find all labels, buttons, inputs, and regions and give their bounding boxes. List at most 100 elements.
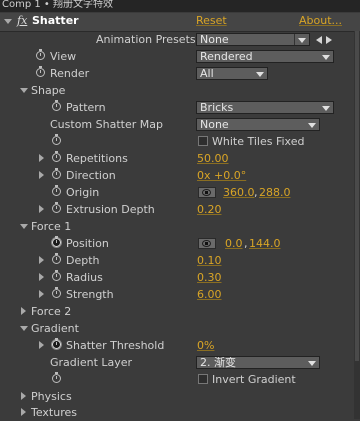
origin-x-value[interactable]: 360.0 (223, 184, 255, 201)
position-separator: , (244, 237, 248, 250)
pattern-label: Pattern (66, 101, 106, 114)
expand-icon[interactable] (39, 154, 44, 162)
gradient-label: Gradient (31, 322, 79, 335)
stopwatch-icon[interactable] (52, 134, 61, 145)
position-y-value[interactable]: 144.0 (249, 235, 281, 252)
expand-icon[interactable] (39, 256, 44, 264)
depth-value[interactable]: 0.10 (197, 252, 222, 269)
expand-icon[interactable] (20, 326, 28, 331)
render-value: All (200, 67, 214, 80)
shape-group-header[interactable]: Shape (0, 82, 360, 99)
chevron-down-icon (298, 38, 306, 43)
extrusion-value[interactable]: 0.20 (197, 201, 222, 218)
expand-icon[interactable] (20, 224, 28, 229)
stopwatch-icon[interactable] (52, 100, 61, 111)
strength-value[interactable]: 6.00 (197, 286, 222, 303)
origin-label: Origin (66, 186, 100, 199)
strength-row: Strength 6.00 (0, 286, 360, 303)
radius-row: Radius 0.30 (0, 269, 360, 286)
effect-name: Shatter (32, 14, 79, 27)
stopwatch-icon[interactable] (52, 185, 61, 196)
presets-value: None (200, 33, 229, 46)
chevron-down-icon (256, 72, 264, 77)
direction-row: Direction 0x +0.0° (0, 167, 360, 184)
expand-icon[interactable] (39, 273, 44, 281)
white-tiles-checkbox[interactable] (198, 136, 208, 146)
pattern-value: Bricks (200, 101, 234, 114)
stopwatch-icon[interactable] (36, 66, 45, 77)
expand-icon[interactable] (39, 290, 44, 298)
invert-gradient-label: Invert Gradient (212, 373, 296, 386)
window-title: Comp 1 • 翔册文字特效 (0, 0, 360, 12)
render-dropdown[interactable]: All (196, 67, 268, 80)
expand-icon[interactable] (39, 341, 44, 349)
stopwatch-icon[interactable] (52, 253, 61, 264)
chevron-down-icon (308, 123, 316, 128)
expand-icon[interactable] (21, 408, 26, 416)
chevron-down-icon (322, 55, 330, 60)
physics-group-header[interactable]: Physics (0, 388, 360, 405)
threshold-value[interactable]: 0% (197, 337, 214, 354)
custom-map-value: None (200, 118, 229, 131)
force1-group-header[interactable]: Force 1 (0, 218, 360, 235)
stopwatch-icon[interactable] (52, 202, 61, 213)
position-x-value[interactable]: 0.0 (225, 235, 243, 252)
scrollbar-thumb[interactable] (355, 31, 359, 361)
pattern-row: Pattern Bricks (0, 99, 360, 116)
depth-row: Depth 0.10 (0, 252, 360, 269)
view-label: View (50, 50, 77, 63)
reset-link[interactable]: Reset (196, 14, 227, 27)
pattern-dropdown[interactable]: Bricks (196, 101, 334, 114)
direction-value[interactable]: 0x +0.0° (197, 167, 246, 184)
stopwatch-icon[interactable] (52, 287, 61, 298)
view-row: View Rendered (0, 48, 360, 65)
crosshair-icon[interactable] (198, 238, 216, 249)
effect-collapse-icon[interactable] (4, 19, 12, 24)
expand-icon[interactable] (39, 171, 44, 179)
invert-gradient-row: Invert Gradient (0, 371, 360, 388)
presets-dropdown[interactable]: None (196, 33, 310, 46)
animation-presets-row: Animation Presets: None (0, 31, 360, 48)
presets-label: Animation Presets: (96, 33, 200, 46)
expand-icon[interactable] (20, 88, 28, 93)
view-dropdown[interactable]: Rendered (196, 50, 334, 63)
white-tiles-row: White Tiles Fixed (0, 133, 360, 150)
stopwatch-icon[interactable] (51, 236, 62, 248)
expand-icon[interactable] (39, 205, 44, 213)
stopwatch-icon[interactable] (52, 372, 61, 383)
force2-group-header[interactable]: Force 2 (0, 303, 360, 320)
view-value: Rendered (200, 50, 253, 63)
about-link[interactable]: About... (299, 14, 342, 27)
force2-label: Force 2 (31, 305, 72, 318)
custom-map-label: Custom Shatter Map (50, 118, 163, 131)
prev-preset-icon[interactable] (316, 36, 322, 44)
radius-value[interactable]: 0.30 (197, 269, 222, 286)
shape-label: Shape (31, 84, 66, 97)
stopwatch-icon[interactable] (52, 168, 61, 179)
stopwatch-icon[interactable] (52, 270, 61, 281)
physics-label: Physics (31, 390, 72, 403)
textures-group-header[interactable]: Textures (0, 404, 360, 421)
expand-icon[interactable] (21, 392, 26, 400)
expand-icon[interactable] (21, 307, 26, 315)
crosshair-icon[interactable] (198, 187, 216, 198)
repetitions-row: Repetitions 50.00 (0, 150, 360, 167)
gradient-group-header[interactable]: Gradient (0, 320, 360, 337)
gradient-layer-dropdown[interactable]: 2. 渐变 (196, 356, 320, 369)
stopwatch-icon[interactable] (36, 49, 45, 60)
stopwatch-icon[interactable] (52, 151, 61, 162)
invert-gradient-checkbox[interactable] (198, 374, 208, 384)
stopwatch-icon[interactable] (51, 338, 62, 350)
custom-map-dropdown[interactable]: None (196, 118, 320, 131)
origin-y-value[interactable]: 288.0 (259, 184, 291, 201)
fx-toggle[interactable]: fx (17, 14, 27, 27)
direction-label: Direction (66, 169, 116, 182)
textures-label: Textures (31, 406, 77, 419)
strength-label: Strength (66, 288, 114, 301)
threshold-row: Shatter Threshold 0% (0, 337, 360, 354)
next-preset-icon[interactable] (326, 36, 332, 44)
repetitions-value[interactable]: 50.00 (197, 150, 229, 167)
extrusion-label: Extrusion Depth (66, 203, 155, 216)
position-row: Position 0.0 , 144.0 (0, 235, 360, 252)
threshold-label: Shatter Threshold (66, 339, 165, 352)
